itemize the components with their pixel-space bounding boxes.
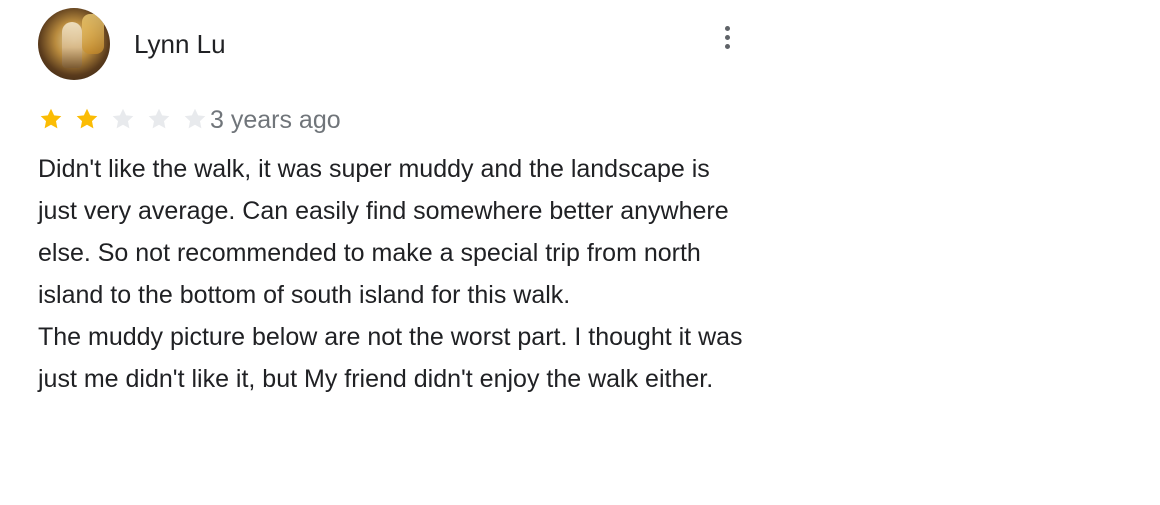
star-filled-icon [38,106,64,132]
review-paragraph: Didn't like the walk, it was super muddy… [38,155,729,309]
reviewer-name[interactable]: Lynn Lu [134,28,226,60]
review-time: 3 years ago [210,106,341,134]
more-vert-icon-dot [725,35,730,40]
star-empty-icon [110,106,136,132]
more-vert-icon-dot [725,44,730,49]
star-empty-icon [146,106,172,132]
review-paragraph: The muddy picture below are not the wors… [38,323,743,393]
star-filled-icon [74,106,100,132]
review-text: Didn't like the walk, it was super muddy… [38,148,748,400]
avatar-figure [62,22,82,68]
star-empty-icon [182,106,208,132]
review-card: Lynn Lu 3 years ago Didn't like the walk… [0,0,1160,505]
more-vert-icon-dot [725,26,730,31]
more-options-button[interactable] [714,22,742,54]
star-rating [38,104,218,134]
avatar-background [82,14,104,54]
reviewer-avatar[interactable] [38,8,110,80]
